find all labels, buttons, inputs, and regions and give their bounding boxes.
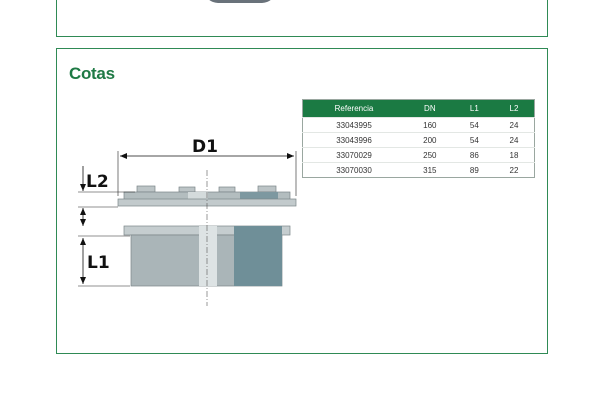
- l2-dimension: L2: [78, 166, 135, 193]
- d1-label: D1: [192, 137, 218, 157]
- technical-drawing: D1 L2 L1: [78, 137, 297, 306]
- l1-label: L1: [87, 253, 110, 273]
- l1-dimension: L1: [78, 206, 130, 287]
- l2-label: L2: [86, 172, 109, 192]
